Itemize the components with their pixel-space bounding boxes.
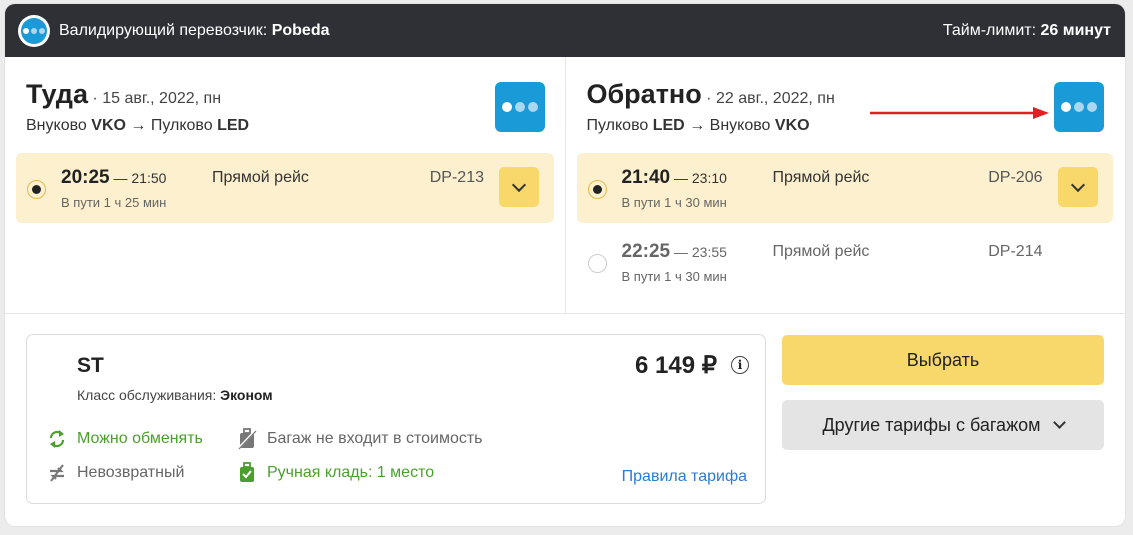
exchange-icon [46, 428, 68, 450]
tariff-rules-link[interactable]: Правила тарифа [622, 468, 747, 486]
flight-type: Прямой рейс [772, 243, 870, 260]
feature-baggage: Багаж не входит в стоимость [236, 428, 483, 450]
expand-flight-button[interactable] [1057, 167, 1098, 207]
no-refund-icon [46, 462, 68, 484]
flight-number: DP-213 [429, 169, 484, 186]
tariff-price: 6 149 ₽ [635, 352, 717, 379]
flight-radio[interactable] [27, 180, 46, 199]
feature-hand-luggage: Ручная кладь: 1 место [236, 462, 434, 484]
arrow-right-icon: → [130, 117, 147, 134]
carrier-name: Pobeda [271, 21, 330, 39]
return-title: Обратно [586, 79, 702, 109]
red-arrow-annotation [870, 107, 1049, 119]
outbound-leg: Туда · 15 авг., 2022, пн Внуково VKO → П… [5, 57, 565, 313]
flight-duration: В пути 1 ч 25 мин [61, 195, 167, 210]
offer-card: Валидирующий перевозчик: Pobeda Тайм-лим… [5, 4, 1125, 526]
choose-button[interactable]: Выбрать [782, 335, 1104, 385]
other-tariffs-button[interactable]: Другие тарифы с багажом [782, 400, 1104, 450]
chevron-down-icon [1070, 177, 1085, 192]
flight-type: Прямой рейс [772, 169, 870, 186]
flight-duration: В пути 1 ч 30 мин [621, 195, 727, 210]
tariff-name: ST [77, 354, 104, 377]
outbound-date: · 15 авг., 2022, пн [92, 90, 222, 107]
hand-luggage-icon [236, 462, 258, 484]
outbound-title: Туда [26, 79, 88, 109]
time-limit-label: Тайм-лимит: [942, 21, 1037, 39]
flight-duration: В пути 1 ч 30 мин [621, 269, 727, 284]
time-limit-value: 26 минут [1040, 21, 1111, 39]
other-tariffs-label: Другие тарифы с багажом [822, 414, 1041, 435]
time-limit: Тайм-лимит: 26 минут [943, 22, 1111, 40]
service-class: Класс обслуживания: Эконом [77, 387, 273, 403]
flight-number: DP-214 [988, 243, 1043, 260]
flight-option[interactable]: 21:40 — 23:10 В пути 1 ч 30 мин Прямой р… [576, 153, 1113, 223]
offer-header: Валидирующий перевозчик: Pobeda Тайм-лим… [5, 4, 1125, 57]
no-baggage-icon [236, 428, 258, 450]
outbound-route: Внуково VKO → Пулково LED [26, 117, 250, 134]
pobeda-logo-icon [18, 14, 50, 47]
expand-flight-button[interactable] [499, 167, 539, 207]
flight-number: DP-206 [988, 169, 1043, 186]
flight-option[interactable]: 20:25 — 21:50 В пути 1 ч 25 мин Прямой р… [16, 153, 554, 223]
validating-carrier: Валидирующий перевозчик: Pobeda [18, 14, 330, 47]
chevron-down-icon [1052, 416, 1066, 429]
airline-logo-icon [1053, 82, 1104, 132]
feature-refund: Невозвратный [46, 462, 184, 484]
tariff-card: ST 6 149 ₽ i Класс обслуживания: Эконом … [26, 334, 766, 504]
carrier-label: Валидирующий перевозчик: [59, 21, 268, 39]
return-leg: Обратно · 22 авг., 2022, пн Пулково LED … [564, 57, 1126, 313]
return-route: Пулково LED → Внуково VKO [586, 117, 810, 134]
arrow-right-icon: → [689, 117, 706, 134]
info-icon[interactable]: i [731, 356, 749, 374]
flight-radio[interactable] [587, 180, 607, 199]
feature-exchange: Можно обменять [46, 428, 203, 450]
chevron-down-icon [511, 177, 527, 192]
return-date: · 22 авг., 2022, пн [706, 90, 835, 107]
flight-option[interactable]: 22:25 — 23:55 В пути 1 ч 30 мин Прямой р… [577, 227, 1113, 297]
airline-logo-icon [495, 82, 545, 132]
flight-radio[interactable] [587, 254, 607, 273]
flight-type: Прямой рейс [212, 169, 309, 186]
